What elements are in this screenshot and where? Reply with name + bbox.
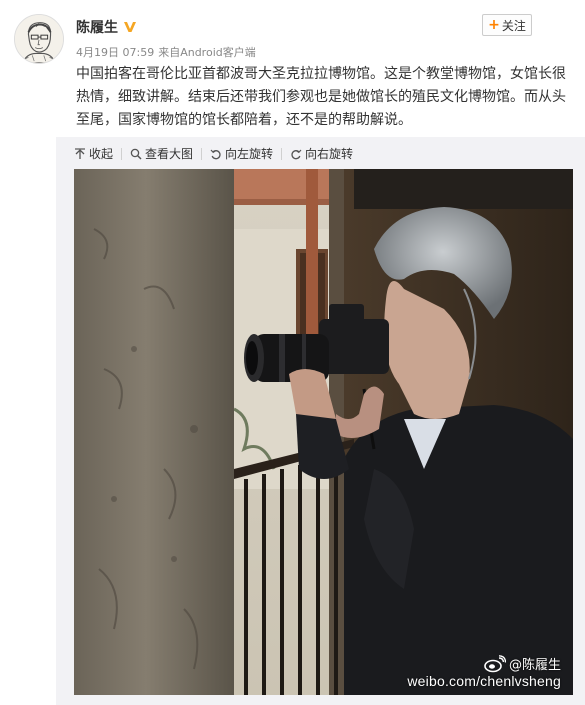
post-photo[interactable]: @陈履生 weibo.com/chenlvsheng — [74, 169, 573, 695]
source-app[interactable]: Android客户端 — [180, 44, 256, 60]
rotate-left-label: 向左旋转 — [225, 147, 274, 161]
follow-button[interactable]: + 关注 — [482, 14, 532, 36]
post-timestamp[interactable]: 4月19日 07:59 — [76, 44, 154, 60]
post-meta: 4月19日 07:59 来自 Android客户端 — [76, 44, 256, 60]
media-panel: 收起 查看大图 向左旋转 向右旋转 @陈履生 weibo.com/chenlvs… — [56, 137, 585, 705]
collapse-label: 收起 — [89, 147, 114, 161]
view-large-button[interactable]: 查看大图 — [130, 145, 193, 162]
weibo-logo-icon — [484, 654, 506, 673]
verified-icon[interactable] — [123, 20, 137, 34]
rotate-left-icon — [210, 148, 222, 160]
avatar[interactable] — [14, 14, 64, 64]
toolbar-divider — [121, 147, 123, 160]
watermark-handle: @陈履生 — [508, 658, 561, 673]
author-name[interactable]: 陈履生 — [76, 17, 118, 37]
rotate-right-icon — [290, 148, 302, 160]
post-text: 中国拍客在哥伦比亚首都波哥大圣克拉拉博物馆。这是个教堂博物馆，女馆长很热情，细致… — [76, 66, 566, 128]
author-row: 陈履生 — [76, 17, 137, 37]
weibo-post: 陈履生 4月19日 07:59 来自 Android客户端 + 关注 中国拍客在… — [0, 0, 585, 705]
avatar-portrait-sketch-icon — [15, 15, 63, 63]
rotate-right-button[interactable]: 向右旋转 — [290, 145, 353, 162]
collapse-up-icon — [74, 147, 86, 160]
collapse-button[interactable]: 收起 — [74, 145, 113, 162]
photo-watermark: @陈履生 weibo.com/chenlvsheng — [407, 654, 561, 689]
follow-label: 关注 — [501, 18, 526, 33]
source-prefix: 来自 — [158, 46, 181, 59]
photo-scene — [74, 169, 573, 695]
toolbar-divider — [281, 147, 283, 160]
view-large-label: 查看大图 — [145, 147, 194, 161]
plus-icon: + — [488, 17, 500, 33]
rotate-left-button[interactable]: 向左旋转 — [210, 145, 273, 162]
zoom-search-icon — [130, 148, 142, 160]
rotate-right-label: 向右旋转 — [305, 147, 354, 161]
watermark-url: weibo.com/chenlvsheng — [407, 673, 561, 689]
media-toolbar: 收起 查看大图 向左旋转 向右旋转 — [74, 145, 353, 162]
toolbar-divider — [201, 147, 203, 160]
